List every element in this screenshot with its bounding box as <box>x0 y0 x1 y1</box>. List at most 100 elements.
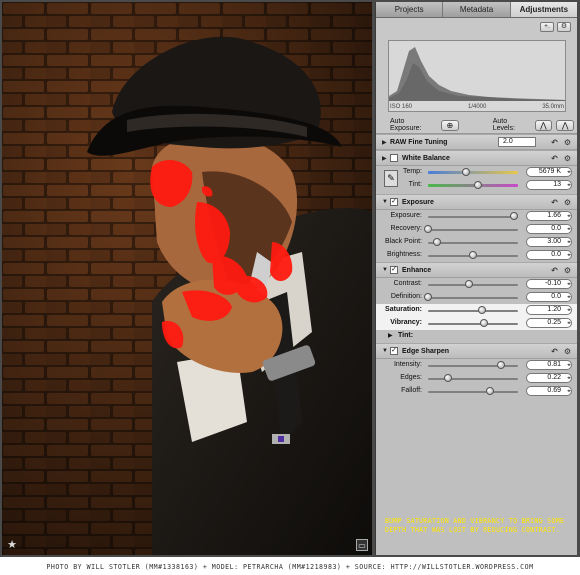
histogram-area: +. ⚙ ISO 160 1/4000 35.0mm Auto Exposure… <box>376 18 577 134</box>
slider-track[interactable] <box>428 216 518 218</box>
inspector-tabs: Projects Metadata Adjustments <box>376 2 577 18</box>
fullscreen-icon[interactable]: ▭ <box>356 539 368 551</box>
gear-icon[interactable]: ⚙ <box>557 22 571 32</box>
add-adjustment-button[interactable]: +. <box>540 22 554 32</box>
value-field[interactable]: 0.0 <box>526 224 572 234</box>
auto-exposure-label: Auto Exposure: <box>390 118 422 132</box>
white-balance-checkbox[interactable] <box>390 154 398 162</box>
slider-knob[interactable] <box>510 212 519 220</box>
slider-knob[interactable] <box>433 238 441 246</box>
white-balance-section: ▶ White Balance ↶⚙ ✎ Temp: 5679 K Tint: … <box>376 150 577 194</box>
slider-track[interactable] <box>428 378 518 380</box>
histogram <box>388 40 566 112</box>
slider-knob[interactable] <box>443 374 452 382</box>
photo-image <box>2 2 372 555</box>
definition-slider-row: Definition: 0.0 <box>376 291 577 304</box>
slider-knob[interactable] <box>478 306 486 314</box>
edge-sharpen-checkbox[interactable]: ✓ <box>390 347 398 355</box>
auto-levels-rgb-button[interactable]: ⋀ <box>556 119 575 131</box>
star-rating-icon[interactable]: ★ <box>6 539 18 551</box>
slider-knob[interactable] <box>486 387 495 395</box>
recovery-slider-row: Recovery: 0.0 <box>376 223 577 236</box>
section-title: Exposure <box>402 198 434 206</box>
temp-slider-track[interactable] <box>428 171 518 174</box>
falloff-slider-row: Falloff: 0.69 <box>376 385 577 398</box>
tint-disclosure-row[interactable]: ▶ Tint: <box>376 330 577 343</box>
gear-icon[interactable]: ⚙ <box>564 138 571 147</box>
expand-triangle-icon[interactable]: ▶ <box>388 332 393 339</box>
value-field[interactable]: -0.10 <box>526 279 572 289</box>
reset-icon[interactable]: ↶ <box>551 198 558 207</box>
slider-track[interactable] <box>428 242 518 244</box>
slider-knob[interactable] <box>424 293 432 301</box>
exposure-section: ▼ ✓ Exposure ↶ ⚙ Exposure: 1.66 Recovery:… <box>376 194 577 262</box>
tint-label: Tint: <box>398 332 414 339</box>
temp-value-field[interactable]: 5679 K <box>526 167 572 177</box>
gear-icon[interactable]: ⚙ <box>564 347 571 356</box>
slider-track[interactable] <box>428 229 518 231</box>
exif-info: ISO 160 1/4000 35.0mm <box>390 104 564 110</box>
reset-icon[interactable]: ↶ <box>551 138 558 147</box>
photo-viewer[interactable]: ★ ▭ <box>2 2 372 555</box>
gear-icon[interactable]: ⚙ <box>564 266 571 275</box>
reset-icon[interactable]: ↶ <box>551 347 558 356</box>
contrast-slider-row: Contrast: -0.10 <box>376 278 577 291</box>
iso-value: ISO 160 <box>390 104 413 110</box>
reset-icon[interactable]: ↶ <box>551 154 558 163</box>
auto-exposure-button[interactable]: ⊕ <box>441 119 459 131</box>
edge-sharpen-section: ▼ ✓ Edge Sharpen ↶ ⚙ Intensity: 0.81 Edge… <box>376 343 577 398</box>
slider-track[interactable] <box>428 310 518 312</box>
auto-levels-luminance-button[interactable]: ⋀ <box>534 119 553 131</box>
tab-adjustments[interactable]: Adjustments <box>510 2 577 17</box>
reset-icon[interactable]: ↶ <box>551 266 558 275</box>
value-field[interactable]: 0.0 <box>526 292 572 302</box>
expand-triangle-icon[interactable]: ▶ <box>382 139 390 146</box>
tint-slider-row: Tint: 13 <box>376 179 577 192</box>
raw-fine-tuning-section: ▶ RAW Fine Tuning 2.0 ↶ ⚙ <box>376 134 577 150</box>
brightness-slider-row: Brightness: 0.0 <box>376 249 577 262</box>
value-field[interactable]: 0.69 <box>526 386 572 396</box>
value-field[interactable]: 1.20 <box>526 305 572 315</box>
collapse-triangle-icon[interactable]: ▼ <box>382 199 390 205</box>
slider-track[interactable] <box>428 284 518 286</box>
tint-slider-knob[interactable] <box>473 181 482 189</box>
gear-icon[interactable]: ⚙ <box>564 198 571 207</box>
enhance-section: ▼ ✓ Enhance ↶ ⚙ Contrast: -0.10 Definitio… <box>376 262 577 343</box>
slider-track[interactable] <box>428 297 518 299</box>
saturation-slider-row: Saturation: 1.20 <box>376 304 577 317</box>
slider-knob[interactable] <box>469 251 477 259</box>
exposure-checkbox[interactable]: ✓ <box>390 198 398 206</box>
auto-controls: Auto Exposure: ⊕ Auto Levels: ⋀ ⋀ <box>376 118 577 132</box>
slider-knob[interactable] <box>479 319 488 327</box>
gear-icon[interactable]: ⚙ <box>564 154 571 163</box>
slider-knob[interactable] <box>464 280 473 288</box>
value-field[interactable]: 0.25 <box>526 318 572 328</box>
annotation-caption: BUMP SATURATION AND VIBRANCY TO BRING SO… <box>385 517 565 534</box>
slider-track[interactable] <box>428 391 518 393</box>
value-field[interactable]: 0.0 <box>526 250 572 260</box>
tab-projects[interactable]: Projects <box>376 2 444 17</box>
vibrancy-slider-row: Vibrancy: 0.25 <box>376 317 577 330</box>
slider-knob[interactable] <box>424 225 432 233</box>
value-field[interactable]: 0.81 <box>526 360 572 370</box>
shutter-value: 1/4000 <box>467 104 487 110</box>
raw-version-select[interactable]: 2.0 <box>498 137 536 147</box>
value-field[interactable]: 3.00 <box>526 237 572 247</box>
photo-credit: PHOTO BY WILL STOTLER (MM#1338163) + MOD… <box>46 563 534 571</box>
collapse-triangle-icon[interactable]: ▼ <box>382 267 390 273</box>
slider-knob[interactable] <box>496 361 505 369</box>
edges-slider-row: Edges: 0.22 <box>376 372 577 385</box>
expand-triangle-icon[interactable]: ▶ <box>382 155 390 162</box>
tab-metadata[interactable]: Metadata <box>443 2 511 17</box>
temp-slider-knob[interactable] <box>461 168 470 176</box>
histogram-graph <box>389 47 565 101</box>
value-field[interactable]: 1.66 <box>526 211 572 221</box>
collapse-triangle-icon[interactable]: ▼ <box>382 348 390 354</box>
section-title: RAW Fine Tuning <box>390 138 448 146</box>
slider-track[interactable] <box>428 323 518 325</box>
enhance-checkbox[interactable]: ✓ <box>390 266 398 274</box>
tint-value-field[interactable]: 13 <box>526 180 572 190</box>
exposure-slider-row: Exposure: 1.66 <box>376 210 577 223</box>
value-field[interactable]: 0.22 <box>526 373 572 383</box>
temp-slider-row: Temp: 5679 K <box>376 166 577 179</box>
